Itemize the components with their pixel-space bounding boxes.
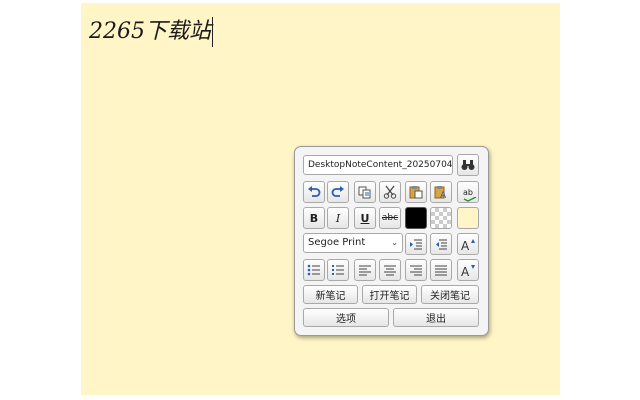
copy-icon (358, 186, 372, 199)
align-center-icon (383, 264, 397, 276)
note-text-area[interactable]: 2265下载站 (89, 13, 213, 47)
options-button[interactable]: 选项 (303, 308, 389, 327)
copy-button[interactable] (354, 181, 376, 203)
indent-increase-icon (409, 238, 423, 250)
undo-icon (307, 186, 321, 198)
numbered-list-button[interactable] (327, 259, 349, 281)
indent-decrease-button[interactable] (430, 233, 452, 255)
redo-icon (331, 186, 345, 198)
indent-increase-button[interactable] (405, 233, 427, 255)
paste-icon (409, 185, 423, 199)
italic-button[interactable]: I (327, 207, 349, 229)
svg-text:A: A (461, 265, 470, 277)
exit-button[interactable]: 退出 (393, 308, 479, 327)
bullet-list-icon (307, 264, 321, 276)
cut-icon (383, 185, 397, 199)
align-justify-button[interactable] (430, 259, 452, 281)
spellcheck-label: ab (463, 187, 473, 197)
redo-button[interactable] (327, 181, 349, 203)
font-color-swatch[interactable] (405, 207, 427, 229)
font-shrink-icon: A (461, 264, 475, 277)
bullet-list-button[interactable] (303, 259, 325, 281)
paste-format-button[interactable]: A (430, 181, 452, 203)
numbered-list-icon (331, 264, 345, 276)
align-right-button[interactable] (405, 259, 427, 281)
strikethrough-button[interactable]: abc (379, 207, 401, 229)
font-grow-button[interactable]: A (457, 233, 479, 255)
note-color-swatch[interactable] (457, 207, 479, 229)
font-family-select[interactable]: Segoe Print ⌄ (303, 233, 403, 253)
spellcheck-button[interactable]: ab (457, 181, 479, 203)
font-grow-icon: A (461, 238, 475, 251)
svg-text:A: A (440, 191, 447, 199)
align-right-icon (409, 264, 423, 276)
cut-button[interactable] (379, 181, 401, 203)
align-center-button[interactable] (379, 259, 401, 281)
paste-format-icon: A (434, 185, 448, 199)
font-family-value: Segoe Print (308, 237, 366, 248)
underline-button[interactable]: U (354, 207, 376, 229)
bold-button[interactable]: B (303, 207, 325, 229)
binoculars-icon (461, 159, 475, 171)
paste-button[interactable] (405, 181, 427, 203)
transparent-background-swatch[interactable] (430, 207, 452, 229)
chevron-down-icon: ⌄ (391, 238, 398, 247)
find-button[interactable] (457, 154, 479, 176)
font-shrink-button[interactable]: A (457, 259, 479, 281)
text-caret (212, 17, 213, 47)
filename-field[interactable]: DesktopNoteContent_20250704 (303, 155, 453, 175)
note-text: 2265下载站 (89, 19, 211, 44)
close-note-button[interactable]: 关闭笔记 (421, 285, 479, 304)
undo-button[interactable] (303, 181, 325, 203)
spellcheck-icon: ab (463, 187, 477, 202)
align-left-button[interactable] (354, 259, 376, 281)
align-left-icon (358, 264, 372, 276)
indent-decrease-icon (434, 238, 448, 250)
open-note-button[interactable]: 打开笔记 (362, 285, 417, 304)
svg-text:A: A (461, 239, 470, 251)
new-note-button[interactable]: 新笔记 (303, 285, 358, 304)
align-justify-icon (434, 264, 448, 276)
format-toolbar-panel: DesktopNoteContent_20250704 A ab B I U a… (294, 146, 489, 336)
